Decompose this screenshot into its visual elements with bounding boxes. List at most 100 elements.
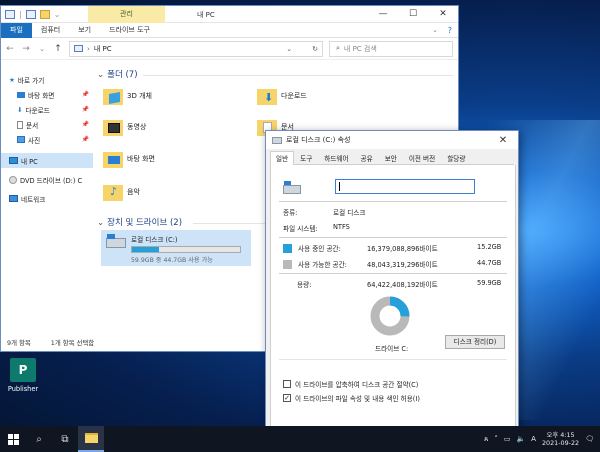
tab-quota[interactable]: 할당량 — [441, 151, 471, 165]
general-tab-panel: 종류: 로컬 디스크 파일 시스템: NTFS 사용 중인 공간: 16,379… — [270, 165, 516, 427]
clock[interactable]: 오후 4:15 2021-09-22 — [542, 431, 579, 447]
compress-checkbox-row[interactable]: 이 드라이브를 압축하여 디스크 공간 절약(C) — [283, 379, 418, 389]
chevron-down-icon[interactable]: ⌄ — [54, 10, 61, 19]
input-language[interactable]: A — [531, 435, 536, 443]
dialog-title: 로컬 디스크 (C:) 속성 — [286, 136, 351, 144]
windows-logo-icon — [7, 433, 19, 445]
downloads-folder-icon: ⬇ — [257, 87, 277, 105]
tab-file[interactable]: 파일 — [1, 22, 32, 38]
star-icon: ★ — [9, 75, 15, 84]
folders-header[interactable]: ⌄ 폴더 (7) — [97, 68, 138, 80]
close-button[interactable]: ✕ — [428, 6, 458, 23]
nav-this-pc[interactable]: 내 PC — [1, 153, 93, 168]
people-icon[interactable]: ጰ — [484, 435, 488, 444]
tab-security[interactable]: 보안 — [379, 151, 403, 165]
nav-desktop[interactable]: 바탕 화면 📌 — [1, 87, 93, 102]
nav-label: 문서 — [26, 121, 39, 130]
navigation-pane: ★ 바로 가기 바탕 화면 📌 ⬇ 다운로드 📌 문서 📌 사진 📌 내 PC DVD 드라… — [1, 66, 93, 336]
selection-count: 1개 항목 선택함 — [50, 339, 95, 347]
tab-hardware[interactable]: 하드웨어 — [318, 151, 354, 165]
search-placeholder: 내 PC 검색 — [343, 44, 377, 53]
drive-letter-label: 드라이브 C: — [375, 345, 409, 353]
collapse-chevron-icon: ⌄ — [97, 70, 105, 80]
forward-arrow-icon[interactable]: → — [21, 44, 31, 54]
search-icon: ⌕ — [36, 433, 42, 445]
up-arrow-icon[interactable]: ↑ — [53, 44, 63, 54]
nav-downloads[interactable]: ⬇ 다운로드 📌 — [1, 102, 93, 117]
folder-music[interactable]: ♪ 음악 — [103, 179, 140, 205]
pin-icon: 📌 — [81, 91, 89, 98]
back-arrow-icon[interactable]: ← — [5, 44, 15, 54]
pc-icon[interactable] — [5, 9, 15, 19]
index-label: 이 드라이브의 파일 속성 및 내용 색인 허용(I) — [295, 395, 420, 403]
drive-c[interactable]: 로컬 디스크 (C:) 59.9GB 중 44.7GB 사용 가능 — [101, 230, 251, 266]
help-icon[interactable]: ? — [448, 26, 452, 35]
search-button[interactable]: ⌕ — [26, 426, 52, 452]
dvd-icon — [9, 175, 17, 184]
index-checkbox-row[interactable]: ✓ 이 드라이브의 파일 속성 및 내용 색인 허용(I) — [283, 393, 420, 403]
tab-view[interactable]: 보기 — [69, 23, 100, 38]
drives-header[interactable]: ⌄ 장치 및 드라이브 (2) — [97, 216, 182, 228]
tab-drive-tools[interactable]: 드라이브 도구 — [100, 23, 159, 38]
nav-dvd-drive[interactable]: DVD 드라이브 (D:) C — [1, 172, 93, 187]
folder-3d-objects[interactable]: 3D 개체 — [103, 83, 152, 109]
address-text: 내 PC — [93, 44, 112, 53]
recent-chevron-icon[interactable]: ⌄ — [37, 45, 47, 53]
drive-usage-fill — [132, 247, 159, 252]
drive-label-input[interactable] — [335, 179, 475, 194]
nav-quick-access[interactable]: ★ 바로 가기 — [1, 72, 93, 87]
publisher-icon: P — [10, 358, 36, 382]
show-hidden-icons-icon[interactable]: ˄ — [494, 435, 498, 443]
folder-downloads[interactable]: ⬇ 다운로드 — [257, 83, 307, 109]
folder-label: 동영상 — [127, 123, 147, 131]
network-icon[interactable]: ▭ — [504, 435, 511, 443]
maximize-button[interactable]: ☐ — [398, 6, 428, 23]
minimize-button[interactable]: — — [368, 6, 398, 23]
disk-usage-donut — [370, 296, 410, 336]
used-space-label: 사용 중인 공간: — [298, 245, 341, 253]
document-icon — [17, 120, 23, 129]
start-button[interactable] — [0, 426, 26, 452]
capacity-label: 용량: — [297, 281, 312, 289]
pc-icon — [9, 157, 18, 164]
system-tray: ጰ ˄ ▭ 🔈 A 오후 4:15 2021-09-22 🗨 — [484, 426, 594, 452]
task-view-button[interactable]: ⧉ — [52, 426, 78, 452]
nav-pictures[interactable]: 사진 📌 — [1, 132, 93, 147]
drive-space-text: 59.9GB 중 44.7GB 사용 가능 — [131, 257, 213, 264]
search-input[interactable]: ⌕ 내 PC 검색 — [329, 40, 453, 57]
item-count: 9개 항목 — [7, 339, 31, 347]
refresh-icon[interactable]: ↻ — [312, 45, 322, 53]
dialog-title-bar: 로컬 디스크 (C:) 속성 ✕ — [266, 131, 518, 149]
dialog-close-button[interactable]: ✕ — [488, 135, 518, 146]
notifications-icon[interactable]: 🗨 — [585, 435, 594, 443]
tab-previous-versions[interactable]: 이전 버전 — [403, 151, 441, 165]
videos-folder-icon — [103, 118, 123, 136]
nav-label: DVD 드라이브 (D:) C — [20, 176, 83, 185]
tab-tools[interactable]: 도구 — [294, 151, 318, 165]
free-space-label: 사용 가능한 공간: — [298, 261, 347, 269]
nav-label: 바탕 화면 — [28, 91, 55, 100]
taskbar-file-explorer[interactable] — [78, 426, 104, 452]
nav-network[interactable]: 네트워크 — [1, 191, 93, 206]
new-folder-icon[interactable] — [39, 9, 50, 19]
tab-computer[interactable]: 컴퓨터 — [32, 23, 69, 38]
address-bar[interactable]: › 내 PC ⌄ ↻ — [69, 40, 323, 57]
nav-documents[interactable]: 문서 📌 — [1, 117, 93, 132]
folder-label: 바탕 화면 — [127, 155, 155, 163]
folder-desktop[interactable]: 바탕 화면 — [103, 146, 155, 172]
dialog-tabs: 일반 도구 하드웨어 공유 보안 이전 버전 할당량 — [270, 151, 514, 165]
volume-icon[interactable]: 🔈 — [516, 435, 525, 443]
address-dropdown-icon[interactable]: ⌄ — [286, 45, 308, 53]
compress-checkbox[interactable] — [283, 380, 291, 388]
expand-ribbon-icon[interactable]: ⌄ — [432, 26, 438, 34]
file-system-label: 파일 시스템: — [283, 225, 318, 233]
tab-sharing[interactable]: 공유 — [355, 151, 379, 165]
disk-cleanup-button[interactable]: 디스크 정리(D) — [445, 335, 505, 349]
index-checkbox[interactable]: ✓ — [283, 394, 291, 402]
desktop-icon-publisher[interactable]: P Publisher — [5, 358, 41, 393]
context-tab-manage[interactable]: 관리 — [88, 6, 165, 23]
properties-icon[interactable] — [25, 9, 36, 19]
tab-general[interactable]: 일반 — [270, 151, 295, 165]
collapse-chevron-icon: ⌄ — [97, 218, 105, 228]
folder-videos[interactable]: 동영상 — [103, 114, 146, 140]
